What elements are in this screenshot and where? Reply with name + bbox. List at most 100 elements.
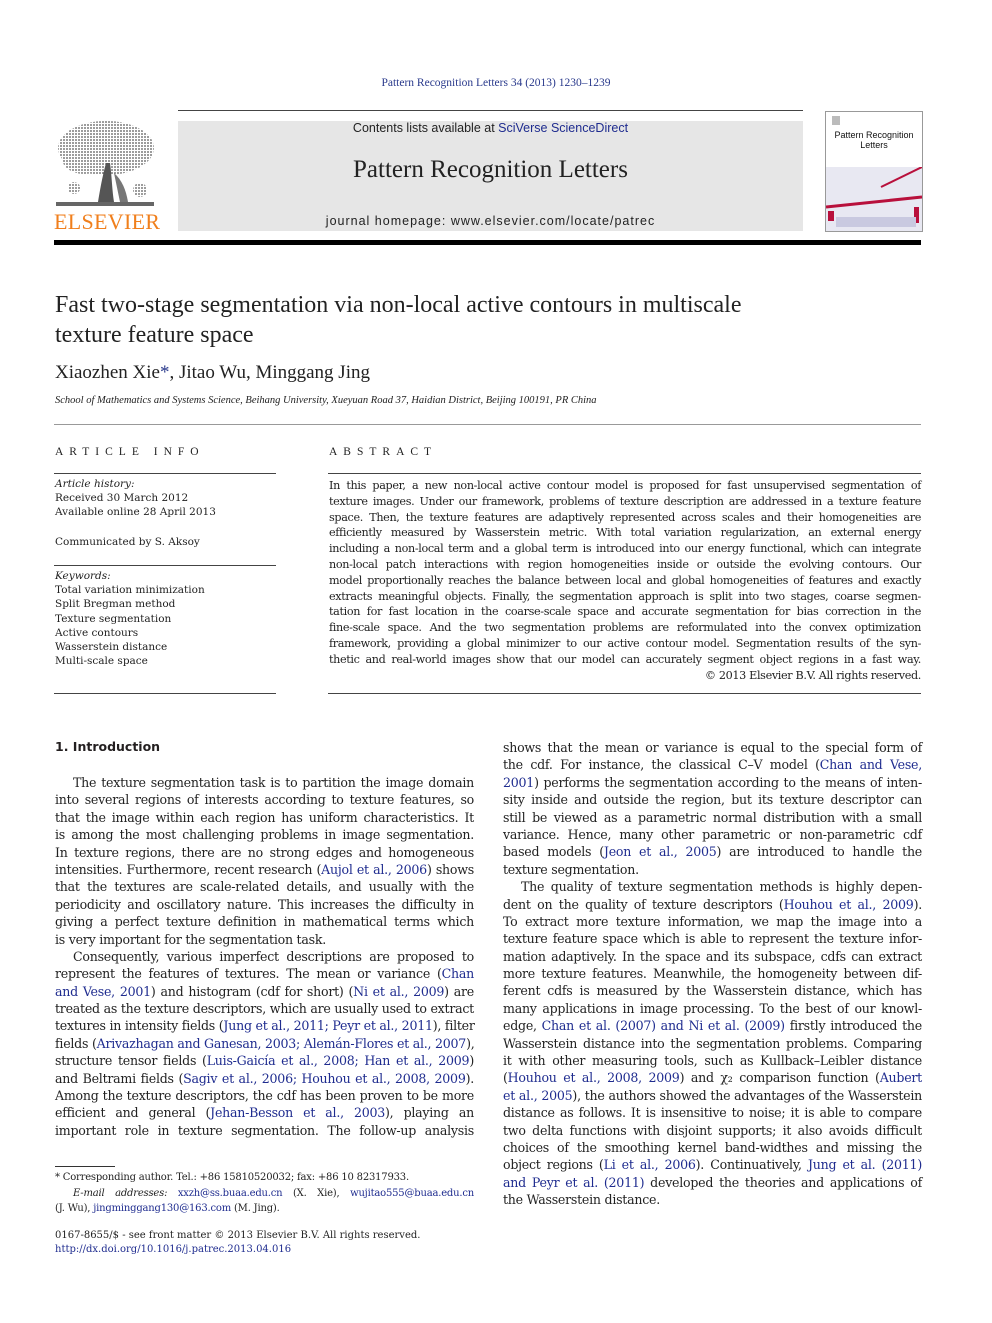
citation-link[interactable]: Chan and Vese, (820, 757, 923, 772)
text-line: that the image within each region has un… (55, 809, 474, 826)
text-run: ). (913, 896, 923, 912)
text-line: periodicity and oscillatory nature. This… (55, 896, 474, 913)
section-heading: 1. Introduction (55, 739, 161, 754)
text-run: ). (465, 1070, 475, 1086)
abstract-line: texture images. Under our framework, pro… (329, 494, 921, 508)
citation-link[interactable]: Jehan-Besson et al., 2003 (210, 1105, 385, 1120)
abstract-line: model proportionally reaches the balance… (329, 573, 921, 587)
article-info-heading: ARTICLE INFO (55, 446, 205, 458)
abstract-line: space. Then, the texture features are ad… (329, 510, 921, 524)
text-line: fields (Arivazhagan and Ganesan, 2003; A… (55, 1035, 475, 1052)
citation-link[interactable]: Sagiv et al., 2006; Houhou et al., 2008,… (183, 1071, 466, 1086)
text-line: is among the most challenging problems i… (55, 826, 474, 843)
text-line: the cdf. For instance, the classical C–V… (503, 756, 922, 773)
text-line: and Beltrami fields (Sagiv et al., 2006;… (55, 1070, 474, 1087)
text-line: two delta functions with disjoint suppor… (503, 1122, 922, 1139)
citation-link[interactable]: Houhou et al., 2008, 2009 (508, 1070, 680, 1085)
citation-link[interactable]: Ni et al., 2009 (353, 984, 444, 999)
citation-link[interactable]: Li et al., 2006 (604, 1157, 696, 1172)
citation-link[interactable]: Jung et al., 2011; Peyr et al., 2011 (223, 1018, 433, 1033)
text-line: (J. Wu), jingminggang130@163.com (M. Jin… (55, 1201, 474, 1217)
running-head-citation[interactable]: Pattern Recognition Letters 34 (2013) 12… (0, 77, 992, 89)
text-run: distance as follows. It is insensitive t… (503, 1105, 922, 1121)
text-run: treated as the texture descriptors, whic… (55, 1001, 474, 1017)
text-run: (M. Jing). (231, 1203, 280, 1214)
cover-title-line1: Pattern Recognition (834, 130, 914, 140)
text-line: variance. Hence, many other parametric o… (503, 826, 922, 843)
text-line: The quality of texture segmentation meth… (503, 878, 922, 895)
citation-link[interactable]: Luis-Gaicía et al., 2008; Han et al., 20… (207, 1053, 470, 1068)
contents-line: Contents lists available at SciVerse Sci… (178, 121, 803, 135)
text-run: it with other measuring tools, such as K… (503, 1053, 922, 1069)
text-run: choices of the smoothing kernel band-wid… (503, 1139, 922, 1155)
citation-link[interactable]: and Vese, 2001 (55, 984, 151, 999)
text-run: ), filter (432, 1018, 475, 1034)
keyword: Texture segmentation (55, 612, 172, 625)
doi-link[interactable]: http://dx.doi.org/10.1016/j.patrec.2013.… (55, 1243, 420, 1257)
article-history: Article history: Received 30 March 2012 … (55, 477, 216, 520)
abstract-line: efficiently measured by Wasserstein metr… (329, 526, 921, 540)
text-line: that the textures are scale-related deta… (55, 878, 474, 895)
text-line: texture segmentation. (503, 861, 922, 878)
text-line: dent on the quality of texture descripto… (503, 896, 922, 913)
text-run: shows that the mean or variance is equal… (503, 740, 922, 755)
available-date: Available online 28 April 2013 (55, 506, 216, 519)
text-line: object regions (Li et al., 2006). Contin… (503, 1156, 922, 1173)
text-line: into several regions of interests accord… (55, 791, 474, 808)
text-run: is among the most challenging problems i… (55, 827, 474, 843)
text-run: dent on the quality of texture descripto… (503, 896, 784, 912)
header-top-rule (178, 110, 803, 111)
citation-link[interactable]: 2001 (503, 775, 534, 790)
citation-link[interactable]: jingminggang130@163.com (93, 1203, 231, 1214)
text-run: and Beltrami fields ( (55, 1070, 184, 1086)
text-run: ) are introduced to handle the (716, 844, 923, 860)
text-run: * Corresponding author. Tel.: +86 158105… (55, 1172, 409, 1183)
affiliation: School of Mathematics and Systems Scienc… (55, 395, 597, 406)
text-run: based models ( (503, 844, 604, 860)
citation-link[interactable]: Arivazhagan and Ganesan, 2003; Alemán-Fl… (97, 1036, 467, 1051)
divider (54, 565, 276, 566)
text-line: important role in texture segmentation. … (55, 1122, 474, 1139)
text-run: into several regions of interests accord… (55, 792, 474, 808)
citation-link[interactable]: Chan (442, 966, 475, 981)
citation-link[interactable]: Aubert (880, 1070, 923, 1085)
citation-link[interactable]: Jung et al. (2011) (808, 1157, 922, 1172)
text-run: ) shows (426, 861, 474, 877)
text-run: variance. Hence, many other parametric o… (503, 826, 922, 842)
text-line: treated as the texture descriptors, whic… (55, 1000, 474, 1017)
citation-link[interactable]: wujitao555@buaa.edu.cn (350, 1188, 474, 1199)
text-run: represent the features of textures. The … (55, 966, 442, 982)
author-sep: , (169, 362, 179, 383)
citation-link[interactable]: and Peyr et al. (2011) (503, 1175, 645, 1190)
abstract-line: framework, providing a global minimizer … (329, 636, 921, 650)
italic-label: E-mail addresses: (73, 1187, 178, 1199)
divider (328, 473, 921, 474)
text-run: In texture regions, there are no strong … (55, 844, 474, 860)
front-matter-line: 0167-8655/$ - see front matter © 2013 El… (55, 1230, 421, 1241)
text-run: intensities. Furthermore, recent researc… (55, 861, 322, 877)
text-run: structure tensor fields ( (55, 1053, 207, 1069)
journal-homepage[interactable]: journal homepage: www.elsevier.com/locat… (178, 214, 803, 228)
text-run: texture feature space which is able to r… (503, 931, 922, 947)
text-line: E-mail addresses: xxzh@ss.buaa.edu.cn (X… (55, 1186, 474, 1202)
text-line: is very important for the segmentation t… (55, 931, 474, 948)
sciencedirect-link[interactable]: SciVerse ScienceDirect (498, 121, 628, 135)
footnote-rule (55, 1166, 115, 1167)
citation-link[interactable]: Houhou et al., 2009 (784, 897, 914, 912)
citation-link[interactable]: xxzh@ss.buaa.edu.cn (178, 1188, 283, 1199)
text-line: et al., 2005), the authors showed the ad… (503, 1087, 922, 1104)
text-run: is very important for the segmentation t… (55, 931, 326, 947)
journal-cover-thumbnail: Pattern Recognition Letters (825, 111, 923, 232)
keyword: Wasserstein distance (55, 641, 168, 654)
citation-link[interactable]: et al., 2005 (503, 1088, 573, 1103)
text-run: the Wasserstein distance. (503, 1192, 660, 1208)
citation-link[interactable]: Aujol et al., 2006 (321, 862, 427, 877)
text-line: based models (Jeon et al., 2005) are int… (503, 843, 922, 860)
abstract-text: In this paper, a new non-local active co… (329, 478, 921, 683)
citation-link[interactable]: Chan et al. (2007) and Ni et al. (2009) (542, 1018, 785, 1033)
abstract-line: including a non-local term and a global … (329, 542, 921, 556)
divider (54, 473, 276, 474)
citation-link[interactable]: Jeon et al., 2005 (604, 844, 717, 859)
text-line: * Corresponding author. Tel.: +86 158105… (55, 1170, 474, 1186)
text-line: efficient and general (Jehan-Besson et a… (55, 1104, 474, 1121)
